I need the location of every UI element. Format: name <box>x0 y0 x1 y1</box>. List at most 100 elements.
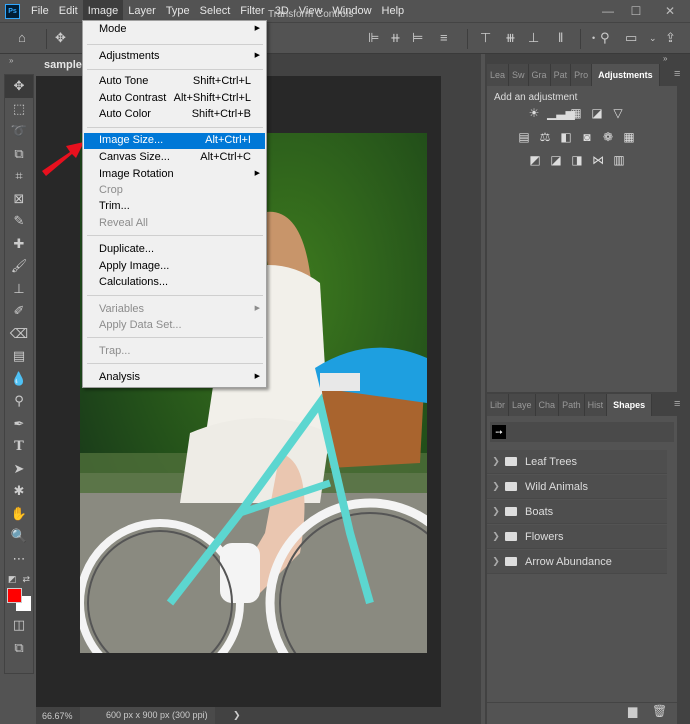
posterize-icon[interactable]: ◪ <box>548 153 564 167</box>
chevron-right-icon[interactable]: ❯ <box>487 481 505 492</box>
distribute-icon[interactable]: ≡ <box>440 30 448 45</box>
dodge-tool-icon[interactable]: ⚲ <box>5 390 33 413</box>
menu-item-image-size[interactable]: Image Size... Alt+Ctrl+I <box>84 133 265 149</box>
move-tool-icon[interactable]: ✥ <box>5 75 33 98</box>
align-middle-icon[interactable]: ⧻ <box>505 30 516 46</box>
shape-group-leaf-trees[interactable]: ❯ Leaf Trees <box>487 450 667 474</box>
home-icon[interactable]: ⌂ <box>18 30 26 45</box>
frame-tool-icon[interactable]: ⊠ <box>5 188 33 211</box>
brightness-contrast-icon[interactable]: ☀ <box>526 106 542 120</box>
brush-tool-icon[interactable]: 🖌 <box>5 255 33 278</box>
eraser-tool-icon[interactable]: ⌫ <box>5 323 33 346</box>
move-tool-icon[interactable]: ✥ <box>55 30 66 46</box>
more-tools-icon[interactable]: ⋯ <box>5 548 33 571</box>
shape-group-boats[interactable]: ❯ Boats <box>487 500 667 524</box>
tab-properties[interactable]: Pro <box>571 64 593 86</box>
menu-image[interactable]: Image <box>82 0 124 22</box>
pen-tool-icon[interactable]: ✒ <box>5 413 33 436</box>
menu-item-trim[interactable]: Trim... <box>84 199 265 215</box>
menu-edit[interactable]: Edit <box>54 0 83 22</box>
stamp-tool-icon[interactable]: ⊥ <box>5 278 33 301</box>
marquee-tool-icon[interactable]: ⬚ <box>5 98 33 121</box>
document-info[interactable]: 600 px x 900 px (300 ppi) <box>80 707 215 724</box>
share-icon[interactable]: ⇪ <box>665 30 676 46</box>
menu-item-auto-contrast[interactable]: Auto Contrast Alt+Shift+Ctrl+L <box>84 91 265 107</box>
menu-item-canvas-size[interactable]: Canvas Size... Alt+Ctrl+C <box>84 150 265 166</box>
invert-icon[interactable]: ◩ <box>527 153 543 167</box>
zoom-level[interactable]: 66.67% <box>36 711 80 721</box>
threshold-icon[interactable]: ◨ <box>569 153 585 167</box>
type-tool-icon[interactable]: T <box>5 435 33 458</box>
shape-group-wild-animals[interactable]: ❯ Wild Animals <box>487 475 667 499</box>
hue-saturation-icon[interactable]: ▤ <box>516 130 532 144</box>
shape-tool-icon[interactable]: ✱ <box>5 480 33 503</box>
align-left-icon[interactable]: ⊫ <box>368 30 379 46</box>
chevron-right-icon[interactable]: ❯ <box>487 556 505 567</box>
screen-mode-icon[interactable]: ⧉ <box>5 637 33 660</box>
chevron-down-icon[interactable]: ⌄ <box>649 33 657 44</box>
tab-layers[interactable]: Laye <box>509 394 536 416</box>
align-right-icon[interactable]: ⊨ <box>412 30 423 46</box>
path-select-tool-icon[interactable]: ➤ <box>5 458 33 481</box>
menu-item-duplicate[interactable]: Duplicate... <box>84 242 265 258</box>
curves-icon[interactable]: ▦ <box>568 106 584 120</box>
align-center-icon[interactable]: ⧺ <box>390 30 401 46</box>
workspace-icon[interactable]: ▭ <box>625 30 637 46</box>
history-brush-tool-icon[interactable]: ✐ <box>5 300 33 323</box>
quick-mask-icon[interactable]: ◫ <box>5 614 33 637</box>
tab-patterns[interactable]: Pat <box>550 64 572 86</box>
tab-learn[interactable]: Lea <box>487 64 510 86</box>
object-select-tool-icon[interactable]: ⧉ <box>5 143 33 166</box>
menu-item-auto-color[interactable]: Auto Color Shift+Ctrl+B <box>84 107 265 123</box>
menu-item-analysis[interactable]: Analysis ▶ <box>84 370 265 386</box>
menu-layer[interactable]: Layer <box>123 0 161 22</box>
new-group-folder-icon[interactable]: ▆ <box>628 704 637 718</box>
hand-tool-icon[interactable]: ✋ <box>5 503 33 526</box>
channel-mixer-icon[interactable]: ❁ <box>600 130 616 144</box>
shapes-panel-menu-icon[interactable]: ≡ <box>674 398 680 410</box>
tab-channels[interactable]: Cha <box>535 394 560 416</box>
trash-icon[interactable]: 🗑 <box>652 704 667 718</box>
maximize-button[interactable]: ☐ <box>622 0 650 22</box>
minimize-button[interactable]: — <box>594 0 622 22</box>
shape-group-flowers[interactable]: ❯ Flowers <box>487 525 667 549</box>
toolbar-collapse-icon[interactable]: » <box>4 56 34 70</box>
menu-filter[interactable]: Filter <box>235 0 269 22</box>
tab-shapes[interactable]: Shapes <box>607 394 653 416</box>
photo-filter-icon[interactable]: ◙ <box>579 130 595 144</box>
shapes-search-field[interactable] <box>490 422 674 442</box>
color-lookup-icon[interactable]: ▦ <box>621 130 637 144</box>
tab-paths[interactable]: Path <box>559 394 585 416</box>
levels-icon[interactable]: ▁▃▅ <box>547 106 575 120</box>
menu-item-apply-image[interactable]: Apply Image... <box>84 259 265 275</box>
distribute-vertical-icon[interactable]: ‖ <box>558 30 563 45</box>
tab-libraries[interactable]: Libr <box>487 394 510 416</box>
close-button[interactable]: ✕ <box>650 0 690 22</box>
status-menu-arrow-icon[interactable]: ❯ <box>233 710 241 721</box>
shape-group-arrow-abundance[interactable]: ❯ Arrow Abundance <box>487 550 667 574</box>
tab-swatches[interactable]: Sw <box>509 64 529 86</box>
vibrance-icon[interactable]: ▽ <box>610 106 626 120</box>
menu-file[interactable]: File <box>26 0 54 22</box>
lasso-tool-icon[interactable]: ➰ <box>5 120 33 143</box>
swap-colors-icon[interactable]: ⇄ <box>22 574 30 585</box>
align-bottom-icon[interactable]: ⊥ <box>528 30 539 46</box>
adjustments-panel-menu-icon[interactable]: ≡ <box>674 68 680 80</box>
crop-tool-icon[interactable]: ⌗ <box>5 165 33 188</box>
tab-adjustments[interactable]: Adjustments <box>592 64 660 86</box>
chevron-right-icon[interactable]: ❯ <box>487 456 505 467</box>
vertical-scrollbar[interactable] <box>441 76 481 707</box>
menu-type[interactable]: Type <box>161 0 195 22</box>
exposure-icon[interactable]: ◪ <box>589 106 605 120</box>
healing-brush-tool-icon[interactable]: ✚ <box>5 233 33 256</box>
foreground-color-swatch[interactable] <box>7 588 22 603</box>
gradient-tool-icon[interactable]: ▤ <box>5 345 33 368</box>
search-icon[interactable]: ⚲ <box>600 30 610 46</box>
color-balance-icon[interactable]: ⚖ <box>537 130 553 144</box>
gradient-map-icon[interactable]: ▥ <box>611 153 627 167</box>
tab-history[interactable]: Hist <box>584 394 608 416</box>
shape-preview-icon[interactable]: ➙ <box>492 425 506 439</box>
menu-select[interactable]: Select <box>195 0 236 22</box>
panel-collapse-icon[interactable]: » <box>663 54 667 63</box>
transform-controls-label[interactable]: Transform Controls <box>268 9 353 20</box>
